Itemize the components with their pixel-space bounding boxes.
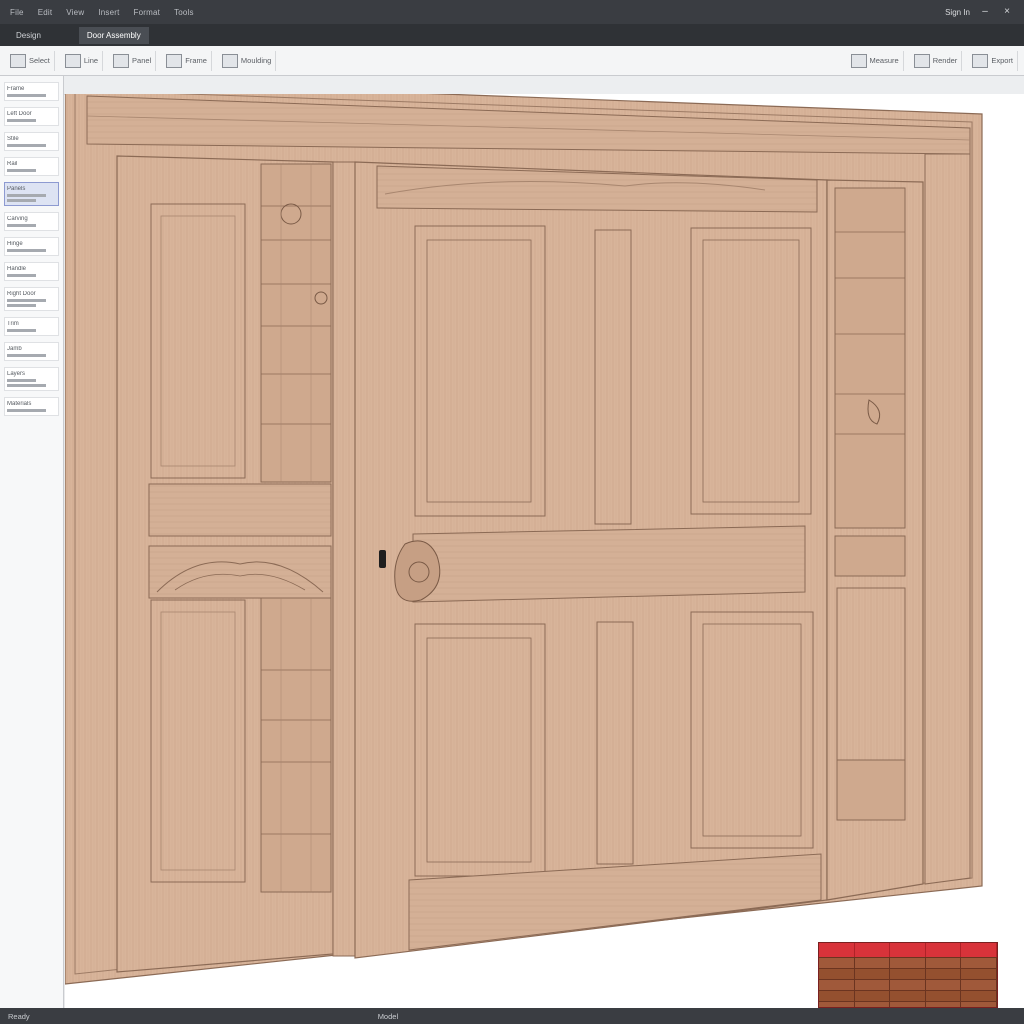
tree-item-label: Layers	[7, 371, 26, 377]
tree-item-hinge[interactable]: Hinge	[4, 237, 59, 256]
tree-item-trim[interactable]: Trim	[4, 317, 59, 336]
tree-item-label: Materials	[7, 401, 32, 407]
status-mode[interactable]: Model	[378, 1012, 398, 1021]
tool-label: Line	[83, 56, 99, 65]
tree-item-handle[interactable]: Handle	[4, 262, 59, 281]
tree-item-detail	[7, 144, 47, 147]
tree-item-frame[interactable]: Frame	[4, 82, 59, 101]
moulding-icon	[221, 53, 238, 68]
table-row	[819, 968, 997, 979]
tree-item-left-door[interactable]: Left Door	[4, 107, 59, 126]
tool-label: Select	[29, 56, 50, 65]
sub-toolbar	[0, 76, 1024, 95]
menu-edit[interactable]: Edit	[38, 8, 53, 17]
tree-item-right-door[interactable]: Right Door	[4, 287, 59, 311]
cursor-icon	[10, 53, 26, 68]
tree-item-detail	[7, 119, 37, 122]
tree-item-detail	[7, 194, 47, 197]
model-viewport[interactable]	[65, 94, 1024, 1008]
tool-frame[interactable]: Frame	[162, 50, 212, 71]
status-bar: Ready Model	[0, 1008, 1024, 1024]
tool-label: Moulding	[240, 56, 272, 65]
tree-item-detail	[7, 409, 47, 412]
tab-design[interactable]: Design	[8, 27, 49, 44]
tree-item-label: Handle	[7, 266, 27, 272]
ruler-icon	[850, 53, 867, 68]
tree-item-panels[interactable]: Panels	[4, 182, 59, 206]
render-icon	[913, 53, 930, 68]
tab-bar: Design Door Assembly	[0, 24, 1024, 46]
door-model-drawing	[65, 94, 983, 985]
menu-insert[interactable]: Insert	[98, 8, 119, 17]
tool-label: Render	[932, 56, 958, 65]
tree-item-label: Rail	[7, 161, 18, 167]
close-icon[interactable]: ×	[1000, 5, 1014, 19]
tree-item-detail	[7, 94, 47, 97]
tree-item-detail	[7, 299, 47, 302]
export-icon	[972, 53, 989, 68]
tree-item-label: Left Door	[7, 111, 32, 117]
menu-file[interactable]: File	[10, 8, 24, 17]
tool-export[interactable]: Export	[968, 50, 1018, 71]
tool-measure[interactable]: Measure	[847, 50, 904, 71]
right-door-leaf	[826, 179, 924, 901]
table-row	[819, 957, 997, 968]
title-bar-right: Sign In – ×	[945, 5, 1014, 19]
tool-panel[interactable]: Panel	[109, 50, 157, 71]
frame-icon	[166, 53, 183, 68]
tree-item-layers[interactable]: Layers	[4, 367, 59, 391]
minimize-icon[interactable]: –	[978, 5, 992, 19]
table-row	[819, 990, 997, 1001]
tree-item-label: Right Door	[7, 291, 36, 297]
sign-in-link[interactable]: Sign In	[945, 8, 970, 17]
door-handle-icon[interactable]	[379, 550, 386, 568]
center-door-leaf	[354, 161, 828, 959]
title-bar: File Edit View Insert Format Tools Sign …	[0, 0, 1024, 24]
tree-item-detail	[7, 304, 37, 307]
tool-select[interactable]: Select	[6, 50, 55, 71]
tree-item-detail	[7, 224, 37, 227]
tool-label: Export	[991, 56, 1013, 65]
menu-tools[interactable]: Tools	[174, 8, 194, 17]
table-row	[819, 979, 997, 990]
ribbon-toolbar: Select Line Panel Frame Moulding Measure…	[0, 46, 1024, 76]
tool-label: Measure	[869, 56, 899, 65]
tree-item-detail	[7, 329, 37, 332]
tree-item-jamb[interactable]: Jamb	[4, 342, 59, 361]
tree-item-stile[interactable]: Stile	[4, 132, 59, 151]
tool-moulding[interactable]: Moulding	[218, 50, 277, 71]
tree-item-detail	[7, 354, 47, 357]
tree-item-detail	[7, 249, 47, 252]
tree-item-detail	[7, 384, 47, 387]
tree-item-detail	[7, 199, 37, 202]
properties-table-header	[819, 943, 997, 957]
tree-item-label: Panels	[7, 186, 26, 192]
tree-item-label: Hinge	[7, 241, 23, 247]
left-door-leaf	[116, 155, 356, 973]
model-tree-panel: Frame Left Door Stile Rail Panels Carvin…	[0, 76, 64, 1008]
status-text: Ready	[8, 1011, 30, 1021]
tree-item-detail	[7, 169, 37, 172]
tree-item-materials[interactable]: Materials	[4, 397, 59, 416]
tree-item-label: Jamb	[7, 346, 22, 352]
tree-item-rail[interactable]: Rail	[4, 157, 59, 176]
menu-view[interactable]: View	[66, 8, 84, 17]
tree-item-label: Frame	[7, 86, 25, 92]
panel-icon	[113, 53, 130, 68]
tool-label: Frame	[185, 56, 207, 65]
tab-door-assembly[interactable]: Door Assembly	[78, 26, 149, 44]
tool-render[interactable]: Render	[910, 50, 963, 71]
tree-item-label: Carving	[7, 216, 28, 222]
line-icon	[64, 53, 81, 68]
table-row	[819, 1001, 997, 1007]
tool-line[interactable]: Line	[61, 50, 104, 71]
tree-item-label: Trim	[7, 321, 19, 327]
menu-format[interactable]: Format	[134, 8, 161, 17]
tree-item-carving[interactable]: Carving	[4, 212, 59, 231]
tree-item-detail	[7, 274, 37, 277]
tool-label: Panel	[132, 56, 152, 65]
tree-item-label: Stile	[7, 136, 19, 142]
properties-table[interactable]	[818, 942, 998, 1008]
tree-item-detail	[7, 379, 37, 382]
